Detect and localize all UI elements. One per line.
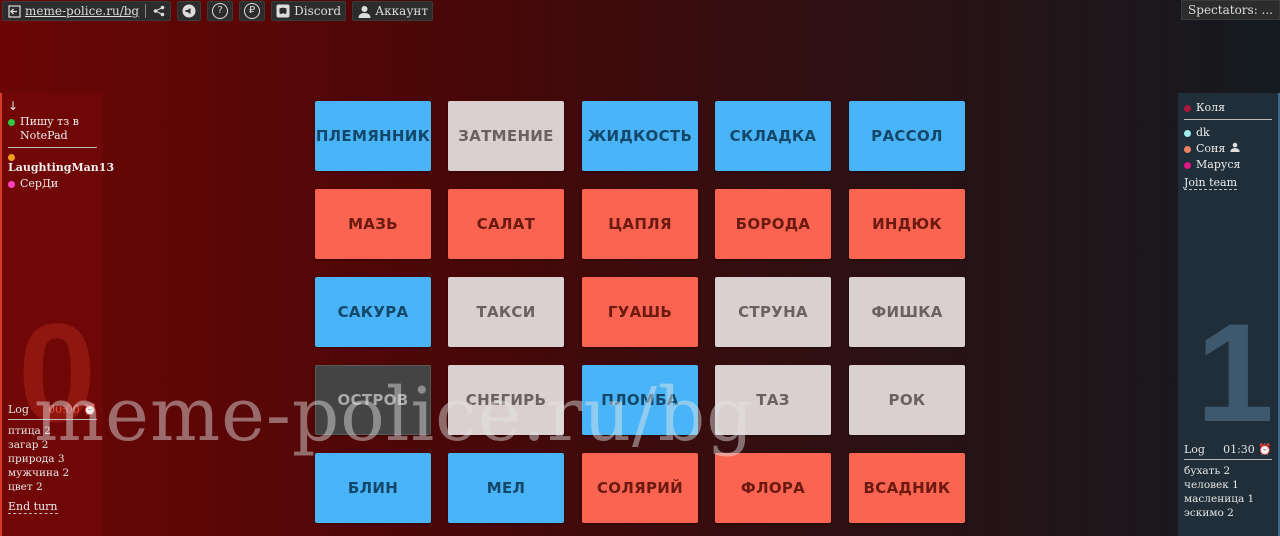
clock-icon: ⏰ [1258,443,1272,456]
word-card[interactable]: ЗАТМЕНИЕ [448,101,564,171]
player-item: dk [1184,126,1272,140]
user-icon [357,4,371,18]
timer: 01:30 ⏰ [1223,443,1272,456]
discord-icon [276,4,290,18]
user-icon [1230,142,1240,156]
word-card[interactable]: ПЛЕМЯННИК [315,101,431,171]
divider [1184,459,1272,460]
timer-value: 01:30 [1223,443,1255,456]
log-list: бухать 2 человек 1 масленица 1 эскимо 2 [1178,464,1278,520]
log-line: мужчина 2 [8,467,70,479]
player-dot [1184,105,1191,112]
word-card[interactable]: МЕЛ [448,453,564,523]
back-link-label: meme-police.ru/bg [25,4,140,18]
word-card[interactable]: МАЗЬ [315,189,431,259]
log-label: Log [8,403,29,416]
player-name: Соня [1196,142,1226,155]
help-icon: ? [212,3,229,19]
word-card[interactable]: ФЛОРА [715,453,831,523]
word-card[interactable]: БЛИН [315,453,431,523]
divider [1184,119,1272,120]
discord-label: Discord [294,4,342,18]
arrow-down-icon: ↓ [8,99,19,113]
account-label: Аккаунт [375,4,429,18]
megaphone-icon [182,4,196,18]
divider [8,147,97,148]
end-turn-button[interactable]: End turn [8,500,58,514]
player-dot [1184,146,1191,153]
word-card[interactable]: ПЛОМБА [582,365,698,435]
top-bar: meme-police.ru/bg ? ₽ Discord Аккаунт [0,0,434,22]
word-card[interactable]: РАССОЛ [849,101,965,171]
player-dot [1184,162,1191,169]
player-name: dk [1196,126,1210,139]
player-dot [8,119,15,126]
log-line: птица 2 [8,425,51,437]
player-item: СерДи [8,177,97,191]
spymaster-item: Коля [1184,101,1272,115]
spectators-button[interactable]: Spectators: ... [1181,0,1280,20]
clock-icon: ⏰ [83,403,97,416]
help-button[interactable]: ? [207,1,234,21]
word-card[interactable]: ФИШКА [849,277,965,347]
word-card[interactable]: ЖИДКОСТЬ [582,101,698,171]
log-line: эскимо 2 [1184,507,1234,519]
blue-team-panel: 1 Коля dk Соня Маруся Join team Log 01:3… [1178,93,1280,536]
word-card[interactable]: ВСАДНИК [849,453,965,523]
word-card[interactable]: СКЛАДКА [715,101,831,171]
word-card[interactable]: СНЕГИРЬ [448,365,564,435]
player-name: СерДи [20,177,59,190]
player-dot [8,181,15,188]
word-card[interactable]: САЛАТ [448,189,564,259]
blue-team-score: 1 [1196,294,1274,451]
word-card[interactable]: ТАКСИ [448,277,564,347]
player-item: Пишу тз в NotePad [8,115,97,143]
share-icon[interactable] [152,4,166,18]
donate-button[interactable]: ₽ [239,1,266,21]
word-card[interactable]: ЦАПЛЯ [582,189,698,259]
log-line: человек 1 [1184,479,1239,491]
ruble-icon: ₽ [244,3,261,19]
player-name: Маруся [1196,158,1241,171]
log-line: масленица 1 [1184,493,1255,505]
word-card[interactable]: СТРУНА [715,277,831,347]
log-list: птица 2 загар 2 природа 3 мужчина 2 цвет… [2,424,103,494]
word-card[interactable]: БОРОДА [715,189,831,259]
announce-button[interactable] [177,1,202,21]
join-team-button[interactable]: Join team [1184,176,1238,190]
divider [8,419,97,420]
player-dot [1184,130,1191,137]
word-card[interactable]: ТАЗ [715,365,831,435]
player-item: Соня [1184,142,1272,156]
discord-button[interactable]: Discord [271,1,347,21]
red-team-panel: 0 ↓ Пишу тз в NotePad LaughtingMan13 Сер… [0,93,114,536]
log-line: загар 2 [8,439,49,451]
log-line: цвет 2 [8,481,43,493]
timer-value: 00:00 [48,403,80,416]
player-name: Коля [1196,101,1226,114]
player-item: Маруся [1184,158,1272,172]
word-card[interactable]: ИНДЮК [849,189,965,259]
back-link[interactable]: meme-police.ru/bg [2,1,172,21]
word-card[interactable]: СОЛЯРИЙ [582,453,698,523]
exit-icon [7,4,21,18]
word-card[interactable]: САКУРА [315,277,431,347]
log-line: бухать 2 [1184,465,1231,477]
player-name: LaughtingMan13 [8,161,115,174]
word-card[interactable]: ОСТРОВ [315,365,431,435]
player-item: LaughtingMan13 [8,154,114,175]
log-header: Log 00:00 ⏰ [2,403,103,416]
account-button[interactable]: Аккаунт [352,1,434,21]
timer: 00:00 ⏰ [48,403,97,416]
word-card[interactable]: РОК [849,365,965,435]
player-dot [8,154,15,161]
log-line: природа 3 [8,453,65,465]
log-label: Log [1184,443,1205,456]
word-card[interactable]: ГУАШЬ [582,277,698,347]
log-header: Log 01:30 ⏰ [1178,443,1278,456]
player-name: Пишу тз в NotePad [20,115,79,142]
